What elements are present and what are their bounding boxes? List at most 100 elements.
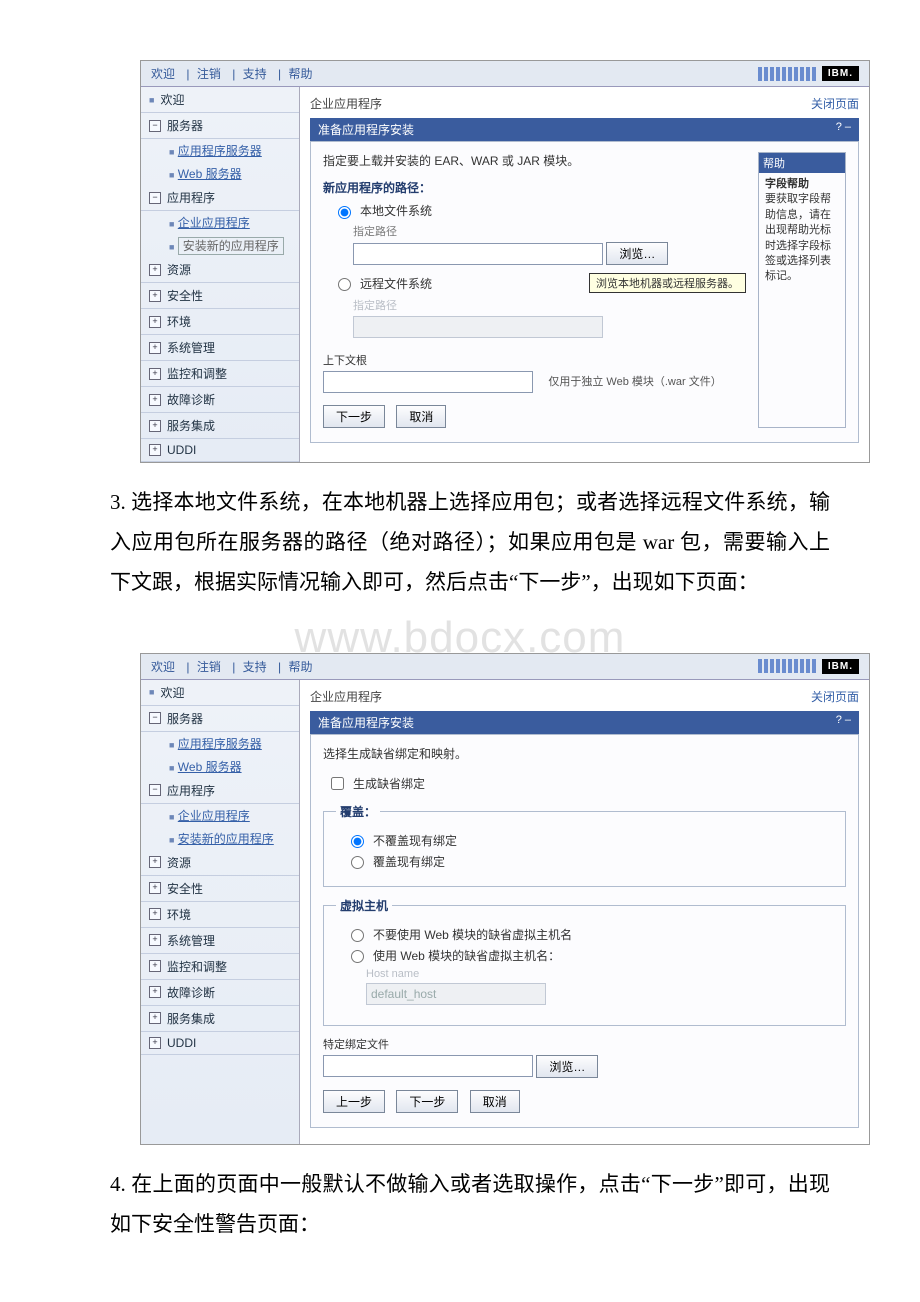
remote-fs-radio[interactable]: 远程文件系统 浏览本地机器或远程服务器。 xyxy=(333,273,746,293)
bullet-icon: ■ xyxy=(169,170,174,180)
sidebar-item-welcome[interactable]: ■欢迎 xyxy=(141,680,299,706)
local-fs-radio-input[interactable] xyxy=(338,206,351,219)
sidebar-group-servers[interactable]: −服务器 xyxy=(141,113,299,139)
remote-path-input xyxy=(353,316,603,338)
sidebar-group-resources[interactable]: +资源 xyxy=(141,257,299,283)
next-button[interactable]: 下一步 xyxy=(323,405,385,428)
expand-icon: + xyxy=(149,986,161,998)
sidebar-group-apps[interactable]: −应用程序 xyxy=(141,185,299,211)
topbar: 欢迎 | 注销 | 支持 | 帮助 IBM. xyxy=(141,61,869,87)
sidebar-item-install-new[interactable]: ■ 安装新的应用程序 xyxy=(141,827,299,850)
support-link[interactable]: 支持 xyxy=(243,660,267,674)
panel-title-bar: 准备应用程序安装 ? – xyxy=(310,118,859,141)
ibm-logo: IBM. xyxy=(822,659,859,674)
spec-path-label-disabled: 指定路径 xyxy=(353,297,746,313)
cancel-button[interactable]: 取消 xyxy=(396,405,446,428)
bind-file-label: 特定绑定文件 xyxy=(323,1036,846,1052)
welcome-text: 欢迎 xyxy=(151,67,175,81)
sidebar-group-monitor[interactable]: +监控和调整 xyxy=(141,361,299,387)
prev-button[interactable]: 上一步 xyxy=(323,1090,385,1113)
vhost-opt2-radio[interactable]: 使用 Web 模块的缺省虚拟主机名： xyxy=(346,947,833,964)
expand-icon: + xyxy=(149,264,161,276)
panel-controls[interactable]: ? – xyxy=(836,714,851,731)
next-button[interactable]: 下一步 xyxy=(396,1090,458,1113)
expand-icon: + xyxy=(149,420,161,432)
bullet-icon: ■ xyxy=(169,219,174,229)
sidebar-group-sysmgmt[interactable]: +系统管理 xyxy=(141,928,299,954)
sidebar-item-app-server[interactable]: ■ 应用程序服务器 xyxy=(141,139,299,162)
no-override-radio[interactable]: 不覆盖现有绑定 xyxy=(346,832,833,849)
support-link[interactable]: 支持 xyxy=(243,67,267,81)
expand-icon: + xyxy=(149,290,161,302)
gen-default-checkbox[interactable] xyxy=(331,777,344,790)
sidebar-group-sysmgmt[interactable]: +系统管理 xyxy=(141,335,299,361)
ibm-brand: IBM. xyxy=(758,66,859,81)
bullet-icon: ■ xyxy=(169,835,174,845)
help-link[interactable]: 帮助 xyxy=(288,660,312,674)
sidebar-group-security[interactable]: +安全性 xyxy=(141,283,299,309)
expand-icon: + xyxy=(149,444,161,456)
bullet-icon: ■ xyxy=(149,687,154,697)
sidebar-group-svcint[interactable]: +服务集成 xyxy=(141,413,299,439)
sidebar-group-env[interactable]: +环境 xyxy=(141,309,299,335)
close-page-link[interactable]: 关闭页面 xyxy=(811,95,859,112)
collapse-icon: − xyxy=(149,192,161,204)
remote-fs-radio-input[interactable] xyxy=(338,278,351,291)
collapse-icon: − xyxy=(149,712,161,724)
panel-title: 准备应用程序安装 xyxy=(318,714,414,731)
main-column: 企业应用程序 关闭页面 准备应用程序安装 ? – 选择生成缺省绑定和映射。 生成… xyxy=(300,680,869,1144)
local-fs-radio[interactable]: 本地文件系统 xyxy=(333,202,746,219)
main-column: 企业应用程序 关闭页面 准备应用程序安装 ? – 指定要上载并安装的 EAR、W… xyxy=(300,87,869,462)
close-page-link[interactable]: 关闭页面 xyxy=(811,688,859,705)
brand-stripes-icon xyxy=(758,67,818,81)
sidebar-group-servers[interactable]: −服务器 xyxy=(141,706,299,732)
bullet-icon: ■ xyxy=(169,812,174,822)
sidebar-group-env[interactable]: +环境 xyxy=(141,902,299,928)
sidebar-item-web-server[interactable]: ■ Web 服务器 xyxy=(141,755,299,778)
panel-controls[interactable]: ? – xyxy=(836,121,851,138)
separator: | xyxy=(278,67,281,81)
sidebar-item-welcome[interactable]: ■欢迎 xyxy=(141,87,299,113)
path-heading: 新应用程序的路径： xyxy=(323,179,746,196)
expand-icon: + xyxy=(149,342,161,354)
override-radio[interactable]: 覆盖现有绑定 xyxy=(346,853,833,870)
cancel-button[interactable]: 取消 xyxy=(470,1090,520,1113)
sidebar-group-uddi[interactable]: +UDDI xyxy=(141,439,299,462)
page-title: 企业应用程序 xyxy=(310,688,382,705)
sidebar-group-monitor[interactable]: +监控和调整 xyxy=(141,954,299,980)
sidebar-item-ent-app[interactable]: ■ 企业应用程序 xyxy=(141,804,299,827)
intro-text: 选择生成缺省绑定和映射。 xyxy=(323,745,846,762)
sidebar-item-install-new[interactable]: ■ 安装新的应用程序 xyxy=(141,234,299,257)
local-path-input[interactable] xyxy=(353,243,603,265)
sidebar-group-diag[interactable]: +故障诊断 xyxy=(141,980,299,1006)
expand-icon: + xyxy=(149,882,161,894)
expand-icon: + xyxy=(149,1037,161,1049)
sidebar-group-diag[interactable]: +故障诊断 xyxy=(141,387,299,413)
collapse-icon: − xyxy=(149,784,161,796)
sidebar-group-uddi[interactable]: +UDDI xyxy=(141,1032,299,1055)
help-box: 帮助 字段帮助 要获取字段帮助信息，请在出现帮助光标时选择字段标签或选择列表标记… xyxy=(758,152,846,428)
sidebar-item-app-server[interactable]: ■ 应用程序服务器 xyxy=(141,732,299,755)
local-fs-label: 本地文件系统 xyxy=(360,202,432,219)
sidebar-group-apps[interactable]: −应用程序 xyxy=(141,778,299,804)
logout-link[interactable]: 注销 xyxy=(197,660,221,674)
context-root-input[interactable] xyxy=(323,371,533,393)
screenshot-2: 欢迎 | 注销 | 支持 | 帮助 IBM. ■欢迎 −服务器 ■ 应用程序服务… xyxy=(140,653,870,1145)
browse-local-button[interactable]: 浏览… xyxy=(606,242,668,265)
help-link[interactable]: 帮助 xyxy=(288,67,312,81)
sidebar-group-svcint[interactable]: +服务集成 xyxy=(141,1006,299,1032)
sidebar-group-security[interactable]: +安全性 xyxy=(141,876,299,902)
remote-fs-label: 远程文件系统 xyxy=(360,275,432,292)
vhost-opt1-radio[interactable]: 不要使用 Web 模块的缺省虚拟主机名 xyxy=(346,926,833,943)
bind-file-input[interactable] xyxy=(323,1055,533,1077)
logout-link[interactable]: 注销 xyxy=(197,67,221,81)
separator: | xyxy=(186,660,189,674)
gen-default-label: 生成缺省绑定 xyxy=(353,775,425,792)
sidebar-group-resources[interactable]: +资源 xyxy=(141,850,299,876)
browse-bind-button[interactable]: 浏览… xyxy=(536,1055,598,1078)
hostname-label: Host name xyxy=(366,968,833,980)
sidebar-item-web-server[interactable]: ■ Web 服务器 xyxy=(141,162,299,185)
panel-main: 指定要上载并安装的 EAR、WAR 或 JAR 模块。 新应用程序的路径： 本地… xyxy=(323,152,746,428)
sidebar-item-ent-app[interactable]: ■ 企业应用程序 xyxy=(141,211,299,234)
ibm-logo: IBM. xyxy=(822,66,859,81)
